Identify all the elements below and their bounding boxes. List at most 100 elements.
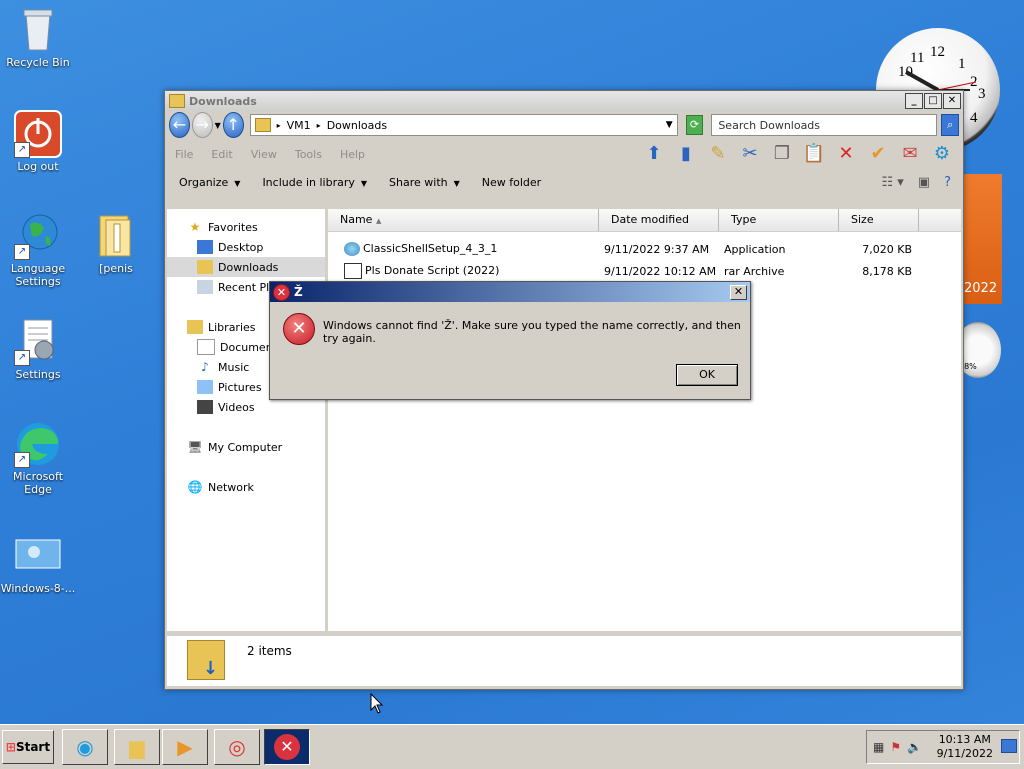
close-button[interactable]: ✕ [943, 93, 961, 109]
network-icon: 🌐 [187, 480, 203, 494]
desktop-icon-folder[interactable]: [penis [76, 212, 156, 275]
column-type[interactable]: Type [719, 209, 839, 231]
folder-icon [169, 94, 185, 108]
share-with-button[interactable]: Share with ▼ [389, 176, 460, 189]
taskbar-explorer[interactable]: ▆ [114, 729, 160, 765]
column-name[interactable]: Name ▲ [328, 209, 599, 231]
desktop-icon-settings[interactable]: ↗ Settings [0, 318, 78, 381]
taskbar: ⊞Start ◉ ▆ ▶ ◎ ✕ ▦ ⚑ 🔈 10:13 AM 9/11/202… [0, 724, 1024, 769]
breadcrumb-vm1[interactable]: VM1 [287, 119, 311, 132]
error-dialog[interactable]: ✕ Ž ✕ ✕ Windows cannot find 'Ž'. Make su… [269, 281, 751, 400]
dialog-titlebar[interactable]: ✕ Ž ✕ [270, 282, 750, 302]
address-toolbar: ← → ▼ ↑ ▸ VM1 ▸ Downloads ▼ ⟳ Search Dow… [165, 111, 963, 139]
dialog-close-button[interactable]: ✕ [730, 284, 747, 300]
forward-button[interactable]: → [191, 112, 213, 138]
file-type: rar Archive [724, 264, 785, 278]
maximize-button[interactable]: □ [924, 93, 942, 109]
desktop-icon-label: Language Settings [10, 262, 66, 288]
preview-pane-icon[interactable]: ▣ [918, 175, 930, 190]
volume-icon[interactable]: 🔈 [907, 740, 922, 754]
view-options-icon[interactable]: ☷ ▾ [881, 175, 903, 190]
nav-favorites[interactable]: ★ Favorites [167, 217, 325, 237]
up-button[interactable]: ↑ [222, 112, 244, 138]
desktop-icon-microsoft-edge[interactable]: ↗ Microsoft Edge [0, 420, 78, 496]
refresh-button[interactable]: ⟳ [685, 115, 704, 135]
desktop-icon-log-out[interactable]: ↗ Log out [0, 110, 78, 173]
nav-videos[interactable]: Videos [167, 397, 325, 417]
pictures-icon [197, 380, 213, 394]
clock-number: 4 [970, 110, 978, 126]
music-icon: ♪ [201, 360, 209, 374]
mouse-cursor-icon [370, 693, 384, 714]
organize-button[interactable]: Organize ▼ [179, 176, 240, 189]
file-row[interactable]: Pls Donate Script (2022) 9/11/2022 10:12… [328, 260, 961, 282]
nav-my-computer[interactable]: 🖥 My Computer [167, 437, 325, 457]
pane-icon[interactable]: ▮ [673, 141, 699, 167]
new-folder-button[interactable]: New folder [482, 176, 541, 189]
search-button[interactable]: ⌕ [941, 114, 960, 136]
network-tray-icon[interactable]: ▦ [873, 740, 884, 754]
download-arrow-icon: ↓ [203, 658, 219, 679]
power-icon: ↗ [14, 110, 62, 158]
cut-icon[interactable]: ✂ [737, 141, 763, 167]
classic-shell-icon[interactable]: ⚙ [929, 141, 955, 167]
back-button[interactable]: ← [169, 112, 190, 138]
file-list[interactable]: Name ▲ Date modified Type Size ClassicSh… [328, 209, 961, 714]
start-button[interactable]: ⊞Start [2, 730, 54, 764]
nav-network[interactable]: 🌐 Network [167, 477, 325, 497]
history-dropdown-icon[interactable]: ▼ [215, 121, 221, 130]
security-tray-icon[interactable]: ⚑ [890, 740, 901, 754]
ok-button[interactable]: OK [676, 364, 738, 386]
clock-number: 10 [898, 64, 913, 80]
desktop-icon [197, 240, 213, 254]
address-dropdown-icon[interactable]: ▼ [666, 120, 673, 130]
up-folder-icon[interactable]: ⬆ [641, 141, 667, 167]
help-icon[interactable]: ? [944, 175, 951, 190]
paste-icon[interactable]: 📋 [801, 141, 827, 167]
window-titlebar[interactable]: Downloads _ □ ✕ [165, 91, 963, 111]
desktop-icon-windows-8[interactable]: Windows-8-... [0, 532, 78, 595]
edge-icon: ◉ [76, 735, 94, 759]
column-date-modified[interactable]: Date modified [599, 209, 719, 231]
column-size[interactable]: Size [839, 209, 919, 231]
taskbar-error-dialog[interactable]: ✕ [264, 729, 310, 765]
menu-file[interactable]: File [175, 148, 193, 161]
search-input[interactable]: Search Downloads [711, 114, 938, 136]
desktop-icon-recycle-bin[interactable]: Recycle Bin [0, 6, 78, 69]
chevron-right-icon[interactable]: ▸ [317, 121, 321, 130]
clock-number: 11 [910, 50, 924, 66]
taskbar-edge[interactable]: ◉ [62, 729, 108, 765]
chevron-right-icon[interactable]: ▸ [277, 121, 281, 130]
delete-icon[interactable]: ✕ [833, 141, 859, 167]
email-icon[interactable]: ✉ [897, 141, 923, 167]
show-desktop-button[interactable] [1001, 739, 1017, 753]
calendar-gadget[interactable]: 2022 [962, 174, 1002, 304]
nav-desktop[interactable]: Desktop [167, 237, 325, 257]
address-bar[interactable]: ▸ VM1 ▸ Downloads ▼ [249, 114, 678, 136]
include-in-library-button[interactable]: Include in library ▼ [262, 176, 367, 189]
desktop-icon-language-settings[interactable]: ↗ Language Settings [0, 212, 78, 288]
view-icon[interactable]: ✎ [705, 141, 731, 167]
desktop-icon-label: Recycle Bin [6, 56, 70, 69]
nav-downloads[interactable]: Downloads [167, 257, 325, 277]
menu-edit[interactable]: Edit [211, 148, 232, 161]
taskbar-media-player[interactable]: ▶ [162, 729, 208, 765]
menu-view[interactable]: View [251, 148, 277, 161]
tray-clock[interactable]: 10:13 AM 9/11/2022 [937, 733, 993, 761]
file-row[interactable]: ClassicShellSetup_4_3_1 9/11/2022 9:37 A… [328, 238, 961, 260]
dialog-message: Windows cannot find 'Ž'. Make sure you t… [323, 319, 741, 345]
copy-icon[interactable]: ❐ [769, 141, 795, 167]
desktop-icon-label: Log out [17, 160, 59, 173]
desktop-icon-label: Microsoft Edge [12, 470, 64, 496]
breadcrumb-downloads[interactable]: Downloads [327, 119, 387, 132]
properties-icon[interactable]: ✔ [865, 141, 891, 167]
menu-help[interactable]: Help [340, 148, 365, 161]
error-icon: ✕ [273, 283, 290, 301]
minimize-button[interactable]: _ [905, 93, 923, 109]
menu-tools[interactable]: Tools [295, 148, 322, 161]
globe-icon: ↗ [14, 212, 62, 260]
shortcut-arrow-icon: ↗ [14, 142, 30, 158]
file-date: 9/11/2022 10:12 AM [604, 264, 717, 278]
taskbar-chrome[interactable]: ◎ [214, 729, 260, 765]
dialog-title: Ž [294, 285, 303, 299]
